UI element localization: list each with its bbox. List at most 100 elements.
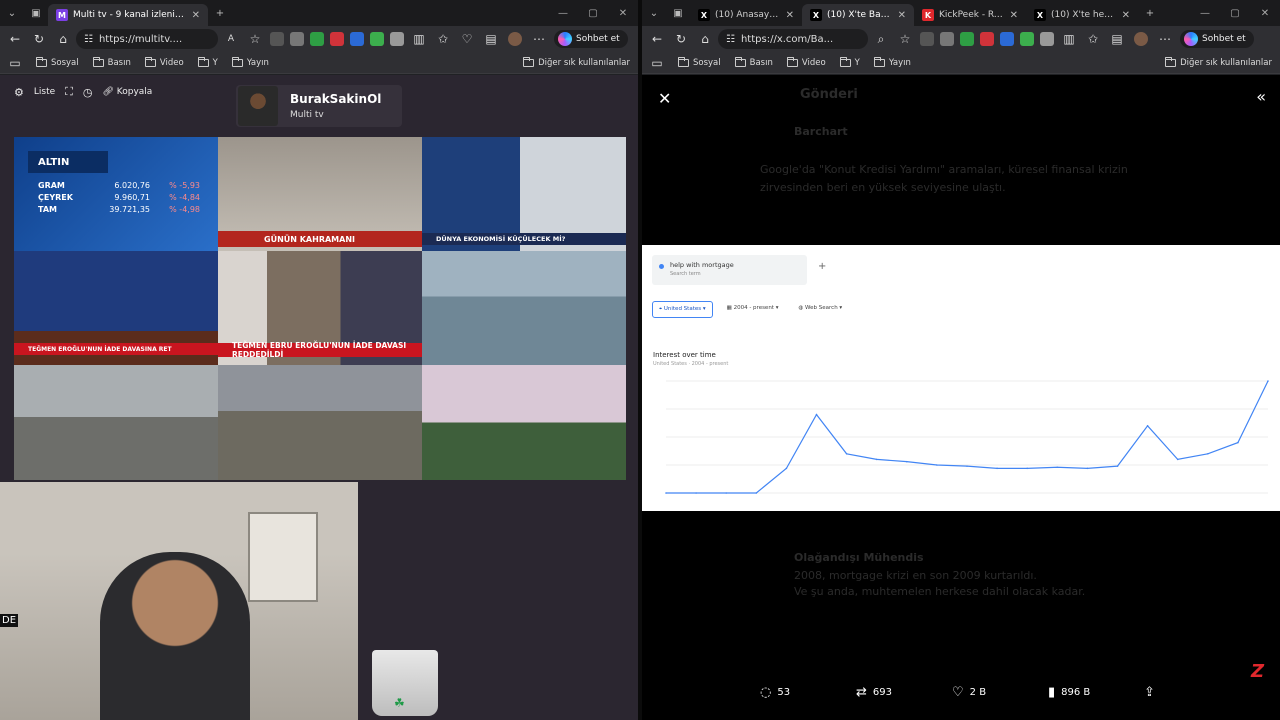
bookmark-y[interactable]: Y	[197, 56, 218, 68]
fullscreen-icon[interactable]: ⛶	[65, 85, 73, 99]
close-tab-icon[interactable]: ✕	[1010, 10, 1018, 21]
video-tile-court-1[interactable]: TEĞMEN EROĞLU'NUN İADE DAVASINA RET	[14, 251, 218, 365]
new-tab-icon[interactable]: +	[1138, 0, 1162, 26]
tab-kickpeek[interactable]: K KickPeek - Real-time ✕	[914, 4, 1026, 26]
extension-icon[interactable]	[310, 32, 324, 46]
bookmark-yayin[interactable]: Yayın	[231, 56, 269, 68]
video-tile-city-aerial[interactable]	[218, 365, 422, 480]
tab-menu-icon[interactable]: ⌄	[0, 0, 24, 26]
collections-icon[interactable]: ▤	[480, 28, 502, 50]
video-tile-skyline[interactable]	[14, 365, 218, 480]
close-tab-icon[interactable]: ✕	[786, 10, 794, 21]
site-info-icon[interactable]: ☷	[84, 34, 93, 45]
new-tab-icon[interactable]: +	[208, 0, 232, 26]
bookmark-video[interactable]: Video	[786, 56, 826, 68]
home-icon[interactable]: ⌂	[694, 28, 716, 50]
extension-icon[interactable]	[940, 32, 954, 46]
tab-x-barchart[interactable]: X (10) X'te Barchart: "G ✕	[802, 4, 914, 26]
extension-icon[interactable]	[370, 32, 384, 46]
reply-button[interactable]: ◌ 53	[760, 685, 790, 700]
extension-icon[interactable]	[290, 32, 304, 46]
tab-multitv[interactable]: M Multi tv - 9 kanal izleniyor ✕	[48, 4, 208, 26]
favorite-star-icon[interactable]: ☆	[894, 28, 916, 50]
close-media-icon[interactable]: ✕	[658, 89, 671, 108]
media-image-google-trends[interactable]: help with mortgage Search term + ⌖ Unite…	[642, 245, 1280, 511]
copilot-button[interactable]: Sohbet et	[1180, 30, 1254, 48]
copy-link-button[interactable]: 🔗︎ Kopyala	[102, 87, 152, 97]
video-tile-economy[interactable]: DÜNYA EKONOMİSİ KÜÇÜLECEK Mİ?	[422, 137, 626, 251]
timer-icon[interactable]: ◷	[83, 86, 93, 99]
sidebar-toggle-icon[interactable]: ▭	[8, 52, 22, 74]
split-screen-icon[interactable]: ▥	[408, 28, 430, 50]
bookmark-sosyal[interactable]: Sosyal	[678, 56, 721, 68]
maximize-icon[interactable]: ▢	[578, 8, 608, 19]
video-tile-multi-cams[interactable]	[422, 365, 626, 480]
profile-avatar[interactable]	[504, 28, 526, 50]
close-tab-icon[interactable]: ✕	[898, 10, 906, 21]
back-icon[interactable]: ←	[646, 28, 668, 50]
tab-menu-icon[interactable]: ⌄	[642, 0, 666, 26]
bookmark-basin[interactable]: Basın	[92, 56, 131, 68]
workspaces-icon[interactable]: ▣	[24, 0, 48, 26]
views-button[interactable]: ▮ 896 B	[1048, 685, 1090, 700]
reload-icon[interactable]: ↻	[670, 28, 692, 50]
list-button[interactable]: Liste	[34, 87, 55, 97]
extension-icon[interactable]	[1000, 32, 1014, 46]
address-bar[interactable]: ☷ https://multitv....	[76, 29, 218, 49]
video-tile-hero[interactable]: GÜNÜN KAHRAMANI	[218, 137, 422, 251]
tab-x-home[interactable]: X (10) Anasayfa / X ✕	[690, 4, 802, 26]
bookmark-y[interactable]: Y	[839, 56, 860, 68]
extension-icon[interactable]	[270, 32, 284, 46]
back-icon[interactable]: ←	[4, 28, 26, 50]
collapse-panel-icon[interactable]: «	[1256, 87, 1266, 106]
bookmark-basin[interactable]: Basın	[734, 56, 773, 68]
close-tab-icon[interactable]: ✕	[192, 10, 200, 21]
more-menu-icon[interactable]: ⋯	[1154, 28, 1176, 50]
copilot-button[interactable]: Sohbet et	[554, 30, 628, 48]
window-close-icon[interactable]: ✕	[1250, 8, 1280, 19]
extension-icon[interactable]	[960, 32, 974, 46]
workspaces-icon[interactable]: ▣	[666, 0, 690, 26]
repost-button[interactable]: ⇄ 693	[856, 685, 892, 700]
video-tile-city-cams[interactable]	[422, 251, 626, 365]
video-tile-court-2[interactable]: TEĞMEN EBRU EROĞLU'NUN İADE DAVASI REDDE…	[218, 251, 422, 365]
zoom-icon[interactable]: ⌕	[870, 28, 892, 50]
other-favorites[interactable]: Diğer sık kullanılanlar	[523, 56, 630, 68]
home-icon[interactable]: ⌂	[52, 28, 74, 50]
tab-x-hergeleman[interactable]: X (10) X'te hergeleman ✕	[1026, 4, 1138, 26]
like-button[interactable]: ♡ 2 B	[952, 685, 986, 700]
share-button[interactable]: ⇪	[1144, 685, 1155, 700]
extension-icon[interactable]	[980, 32, 994, 46]
video-tile-gold-prices[interactable]: ALTIN GRAM 6.020,76% -5,93 ÇEYREK 9.960,71…	[14, 137, 218, 251]
favorites-icon[interactable]: ✩	[432, 28, 454, 50]
maximize-icon[interactable]: ▢	[1220, 8, 1250, 19]
favorites-icon[interactable]: ✩	[1082, 28, 1104, 50]
favorite-star-icon[interactable]: ☆	[244, 28, 266, 50]
extension-icon[interactable]	[1020, 32, 1034, 46]
browser-essentials-icon[interactable]: ♡	[456, 28, 478, 50]
site-info-icon[interactable]: ☷	[726, 34, 735, 45]
address-bar[interactable]: ☷ https://x.com/Ba...	[718, 29, 868, 49]
read-aloud-icon[interactable]: A	[220, 28, 242, 50]
split-screen-icon[interactable]: ▥	[1058, 28, 1080, 50]
profile-avatar[interactable]	[1130, 28, 1152, 50]
minimize-icon[interactable]: —	[548, 8, 578, 19]
settings-gear-icon[interactable]: ⚙	[14, 86, 24, 99]
extension-icon[interactable]	[330, 32, 344, 46]
extension-icon[interactable]	[350, 32, 364, 46]
bookmark-sosyal[interactable]: Sosyal	[36, 56, 79, 68]
more-menu-icon[interactable]: ⋯	[528, 28, 550, 50]
minimize-icon[interactable]: —	[1190, 8, 1220, 19]
extension-icon[interactable]	[1040, 32, 1054, 46]
bookmark-yayin[interactable]: Yayın	[873, 56, 911, 68]
close-tab-icon[interactable]: ✕	[1122, 10, 1130, 21]
sidebar-toggle-icon[interactable]: ▭	[650, 52, 664, 74]
extension-icon[interactable]	[920, 32, 934, 46]
reload-icon[interactable]: ↻	[28, 28, 50, 50]
bookmark-video[interactable]: Video	[144, 56, 184, 68]
collections-icon[interactable]: ▤	[1106, 28, 1128, 50]
other-favorites[interactable]: Diğer sık kullanılanlar	[1165, 56, 1272, 68]
channel-card[interactable]: BurakSakinOl Multi tv	[236, 85, 402, 127]
extension-icon[interactable]	[390, 32, 404, 46]
window-close-icon[interactable]: ✕	[608, 8, 638, 19]
